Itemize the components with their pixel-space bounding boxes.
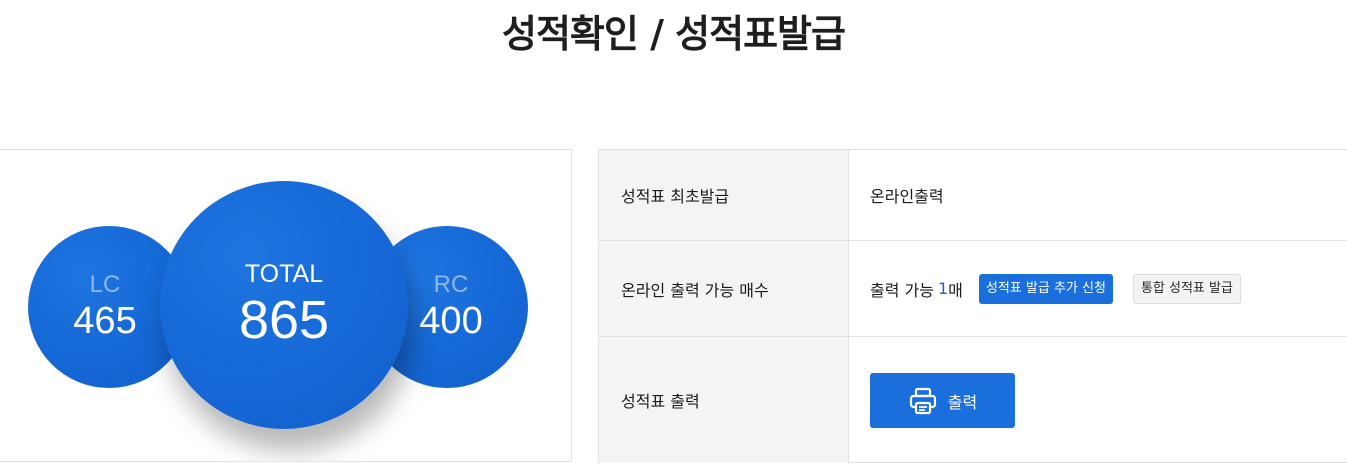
online-count-number: 1: [937, 279, 949, 298]
table-row-first-issue: 성적표 최초발급 온라인출력: [599, 150, 1347, 241]
first-issue-value-text: 온라인출력: [870, 187, 944, 206]
rc-score-value: 400: [419, 300, 483, 342]
page-title: 성적확인 / 성적표발급: [502, 12, 846, 56]
online-count-prefix: 출력 가능: [870, 280, 934, 300]
add-issue-request-button[interactable]: 성적표 발급 추가 신청: [978, 273, 1113, 304]
lc-score-label: LC: [89, 271, 121, 298]
score-panel: LC 465 RC 400 TOTAL 865: [0, 149, 572, 462]
print-button[interactable]: 출력: [870, 373, 1015, 428]
score-report-table: 성적표 최초발급 온라인출력 온라인 출력 가능 매수 출력 가능 1 매 성적…: [598, 149, 1347, 463]
online-count-unit: 매: [948, 280, 963, 300]
total-score-label: TOTAL: [244, 260, 324, 288]
print-row-value: 출력: [849, 337, 1347, 463]
total-score-circle: TOTAL 865: [160, 181, 408, 429]
first-issue-value: 온라인출력: [849, 150, 1347, 240]
print-row-label: 성적표 출력: [599, 337, 849, 463]
print-button-label: 출력: [947, 392, 978, 412]
integrated-report-button[interactable]: 통합 성적표 발급: [1132, 273, 1241, 304]
table-row-online-count: 온라인 출력 가능 매수 출력 가능 1 매 성적표 발급 추가 신청 통합 성…: [599, 241, 1347, 337]
total-score-value: 865: [238, 290, 330, 350]
rc-score-label: RC: [433, 271, 469, 298]
first-issue-label: 성적표 최초발급: [599, 150, 849, 240]
table-row-print: 성적표 출력 출력: [599, 337, 1347, 463]
online-count-value: 출력 가능 1 매 성적표 발급 추가 신청 통합 성적표 발급: [849, 241, 1347, 336]
lc-score-value: 465: [73, 300, 137, 342]
online-count-label: 온라인 출력 가능 매수: [599, 241, 849, 336]
printer-icon: [908, 386, 938, 416]
